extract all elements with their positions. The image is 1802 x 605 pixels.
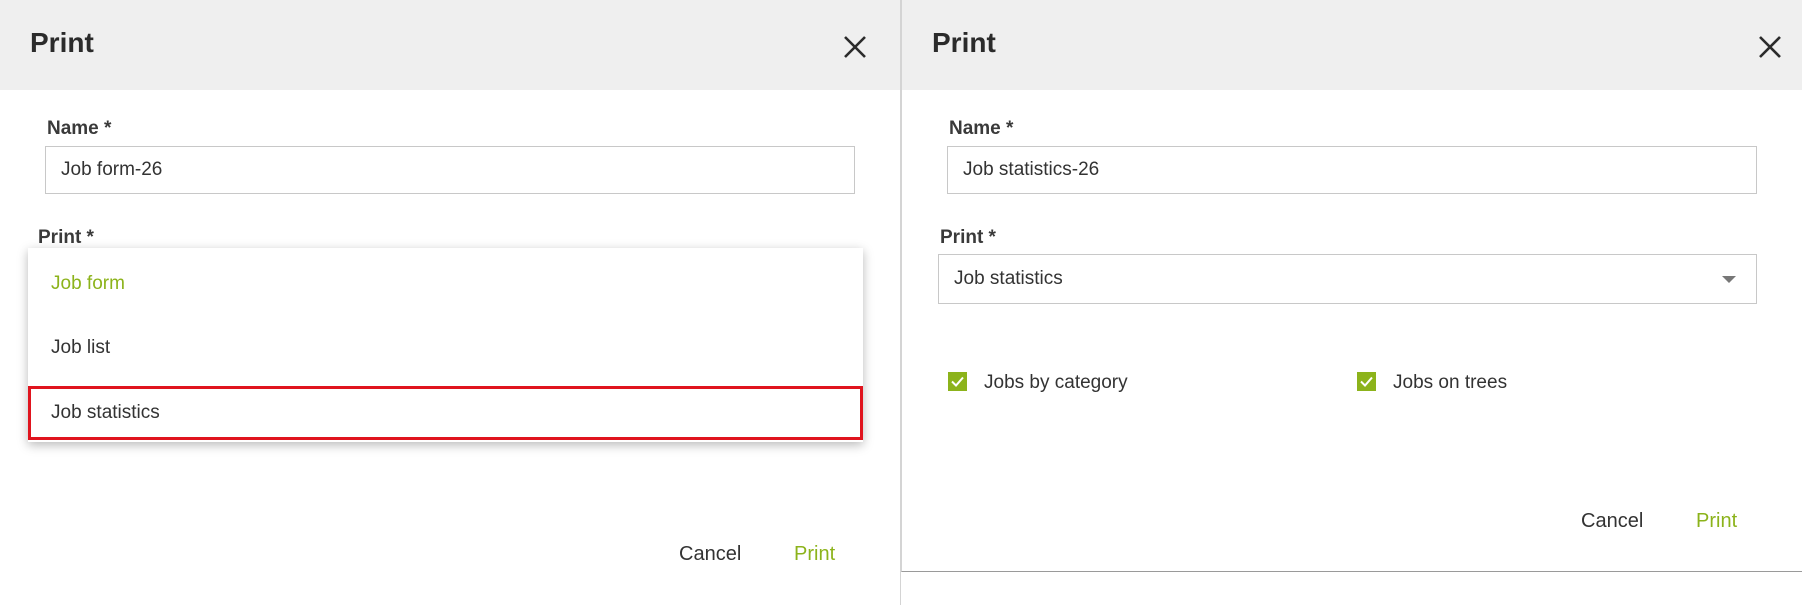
print-button[interactable]: Print [1696, 510, 1737, 533]
checkbox-label: Jobs on trees [1393, 372, 1508, 393]
dropdown-option-job-list[interactable]: Job list [28, 321, 863, 375]
print-label: Print * [940, 227, 996, 248]
print-dropdown-menu: Job form Job list Job statistics [28, 248, 863, 442]
name-input[interactable]: Job statistics-26 [947, 146, 1757, 194]
print-select[interactable]: Job statistics [938, 254, 1757, 304]
print-select-value: Job statistics [954, 268, 1063, 289]
name-label: Name * [949, 118, 1014, 139]
dropdown-option-job-form[interactable]: Job form [28, 257, 863, 311]
checkbox-label: Jobs by category [984, 372, 1128, 393]
name-label: Name * [47, 118, 112, 139]
print-dialog-right: Print Name * Job statistics-26 Print * J… [901, 0, 1802, 572]
close-icon [1759, 36, 1781, 58]
close-icon [844, 36, 866, 58]
checkbox-jobs-by-category[interactable] [948, 372, 967, 391]
cancel-button[interactable]: Cancel [1581, 510, 1643, 533]
print-button[interactable]: Print [794, 543, 835, 566]
print-label: Print * [38, 227, 94, 248]
checkbox-jobs-on-trees[interactable] [1357, 372, 1376, 391]
close-button[interactable] [1757, 34, 1783, 60]
check-icon [1360, 376, 1373, 387]
close-button[interactable] [842, 34, 868, 60]
cancel-button[interactable]: Cancel [679, 543, 741, 566]
dropdown-option-job-statistics[interactable]: Job statistics [28, 386, 863, 440]
print-dialog-left: Print Name * Job form-26 Print * Job for… [0, 0, 901, 605]
chevron-down-icon [1722, 276, 1736, 283]
dialog-header: Print [902, 0, 1802, 90]
dialog-header: Print [0, 0, 900, 90]
check-icon [951, 376, 964, 387]
dialog-title: Print [30, 27, 94, 58]
name-input[interactable]: Job form-26 [45, 146, 855, 194]
dialog-title: Print [932, 27, 996, 58]
